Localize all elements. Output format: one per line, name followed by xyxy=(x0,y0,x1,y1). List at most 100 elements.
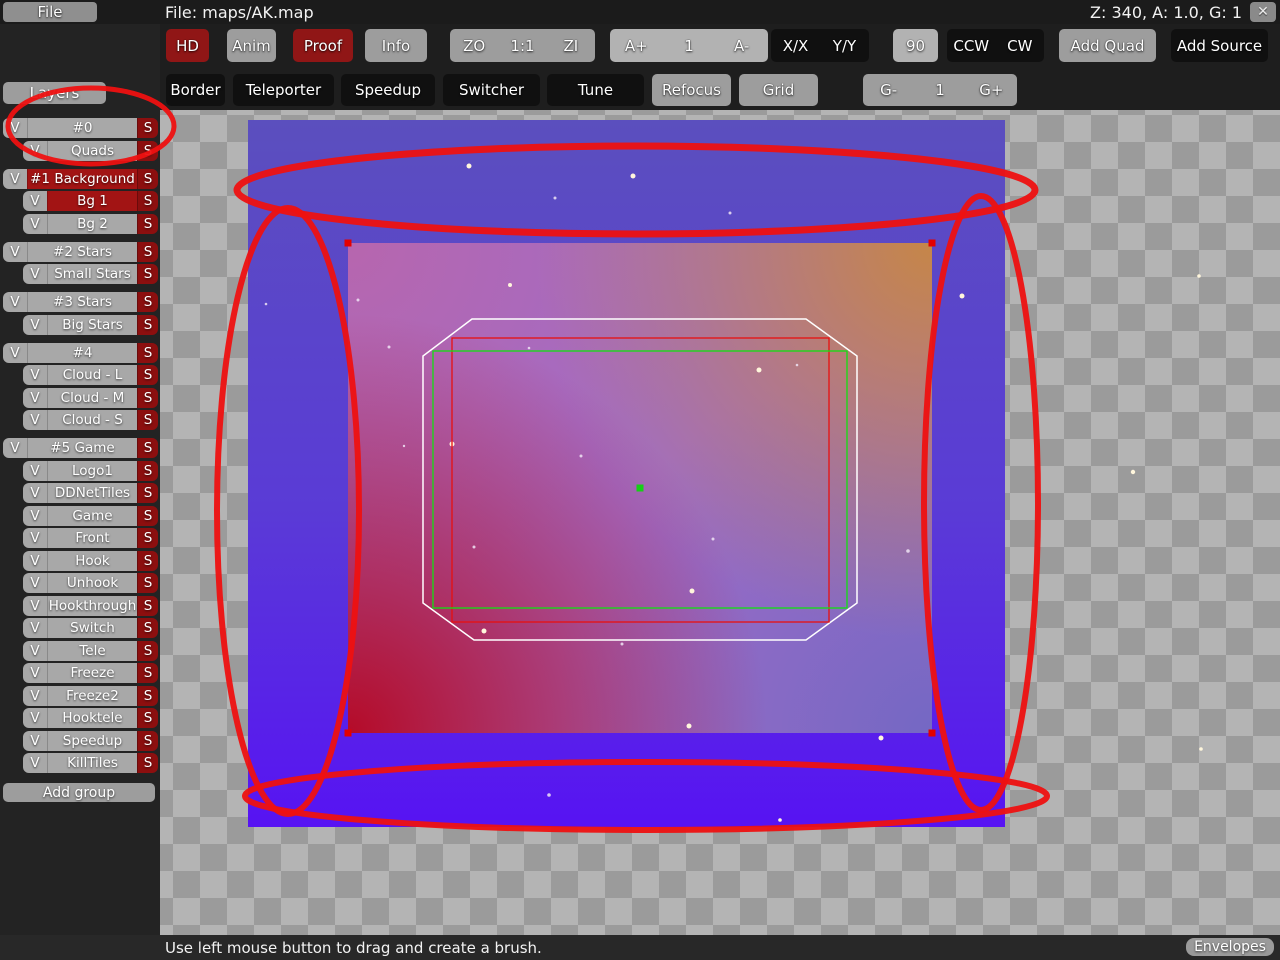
visibility-toggle[interactable]: V xyxy=(23,663,47,683)
close-button[interactable]: ✕ xyxy=(1250,2,1276,22)
flip-y-button[interactable]: Y/Y xyxy=(820,29,869,62)
save-toggle[interactable]: S xyxy=(137,506,158,526)
layer-name[interactable]: Switch xyxy=(47,618,137,638)
save-toggle[interactable]: S xyxy=(137,483,158,503)
layer-name[interactable]: Speedup xyxy=(47,731,137,751)
zoom-in-button[interactable]: ZI xyxy=(547,29,595,62)
layer-name[interactable]: KillTiles xyxy=(47,753,137,773)
map-canvas[interactable] xyxy=(160,110,1280,935)
save-toggle[interactable]: S xyxy=(137,438,158,458)
visibility-toggle[interactable]: V xyxy=(23,528,47,548)
save-toggle[interactable]: S xyxy=(137,618,158,638)
visibility-toggle[interactable]: V xyxy=(23,506,47,526)
layer-name[interactable]: Front xyxy=(47,528,137,548)
layer-name[interactable]: #3 Stars xyxy=(27,292,137,312)
visibility-toggle[interactable]: V xyxy=(23,708,47,728)
layer-name[interactable]: #2 Stars xyxy=(27,242,137,262)
gradient-quad[interactable] xyxy=(348,243,932,733)
switcher-button[interactable]: Switcher xyxy=(443,74,540,106)
layer-name[interactable]: #4 xyxy=(27,343,137,363)
envelopes-button[interactable]: Envelopes xyxy=(1186,938,1274,956)
layer-row[interactable]: VBg 1S xyxy=(23,191,158,211)
proof-toggle-button[interactable]: Proof xyxy=(293,29,353,62)
layer-row[interactable]: VQuadsS xyxy=(23,141,158,161)
tune-button[interactable]: Tune xyxy=(547,74,644,106)
visibility-toggle[interactable]: V xyxy=(23,141,47,161)
layer-row[interactable]: VSpeedupS xyxy=(23,731,158,751)
layer-name[interactable]: #5 Game xyxy=(27,438,137,458)
save-toggle[interactable]: S xyxy=(137,118,158,138)
layer-name[interactable]: Unhook xyxy=(47,573,137,593)
layer-row[interactable]: VBig StarsS xyxy=(23,315,158,335)
visibility-toggle[interactable]: V xyxy=(3,118,27,138)
layer-name[interactable]: Small Stars xyxy=(47,264,137,284)
visibility-toggle[interactable]: V xyxy=(23,551,47,571)
grid-smaller-button[interactable]: G- xyxy=(863,74,914,106)
refocus-button[interactable]: Refocus xyxy=(652,74,731,106)
save-toggle[interactable]: S xyxy=(137,292,158,312)
layer-row[interactable]: VSmall StarsS xyxy=(23,264,158,284)
layer-row[interactable]: VSwitchS xyxy=(23,618,158,638)
info-toggle-button[interactable]: Info xyxy=(365,29,427,62)
file-menu-button[interactable]: File xyxy=(3,2,97,22)
layer-name[interactable]: Big Stars xyxy=(47,315,137,335)
layer-row[interactable]: VHookthroughS xyxy=(23,596,158,616)
save-toggle[interactable]: S xyxy=(137,551,158,571)
visibility-toggle[interactable]: V xyxy=(23,315,47,335)
save-toggle[interactable]: S xyxy=(137,365,158,385)
layer-group-row[interactable]: V#5 GameS xyxy=(3,438,158,458)
save-toggle[interactable]: S xyxy=(137,242,158,262)
anim-slower-button[interactable]: A- xyxy=(715,29,768,62)
layer-row[interactable]: VKillTilesS xyxy=(23,753,158,773)
save-toggle[interactable]: S xyxy=(137,169,158,189)
layer-row[interactable]: VBg 2S xyxy=(23,214,158,234)
save-toggle[interactable]: S xyxy=(137,596,158,616)
visibility-toggle[interactable]: V xyxy=(23,388,47,408)
zoom-out-button[interactable]: ZO xyxy=(450,29,498,62)
layer-group-row[interactable]: V#2 StarsS xyxy=(3,242,158,262)
layer-row[interactable]: VFreezeS xyxy=(23,663,158,683)
layer-name[interactable]: Quads xyxy=(47,141,137,161)
layer-group-row[interactable]: V#0S xyxy=(3,118,158,138)
save-toggle[interactable]: S xyxy=(137,708,158,728)
visibility-toggle[interactable]: V xyxy=(23,264,47,284)
save-toggle[interactable]: S xyxy=(137,753,158,773)
visibility-toggle[interactable]: V xyxy=(23,191,47,211)
save-toggle[interactable]: S xyxy=(137,141,158,161)
visibility-toggle[interactable]: V xyxy=(3,343,27,363)
grid-bigger-button[interactable]: G+ xyxy=(966,74,1017,106)
layer-row[interactable]: VFreeze2S xyxy=(23,686,158,706)
layer-row[interactable]: VCloud - SS xyxy=(23,410,158,430)
layer-name[interactable]: Freeze2 xyxy=(47,686,137,706)
layers-panel-header[interactable]: Layers xyxy=(3,82,106,104)
layer-name[interactable]: Bg 1 xyxy=(47,191,137,211)
save-toggle[interactable]: S xyxy=(137,410,158,430)
visibility-toggle[interactable]: V xyxy=(23,753,47,773)
layer-group-row[interactable]: V#4S xyxy=(3,343,158,363)
layer-name[interactable]: Cloud - M xyxy=(47,388,137,408)
visibility-toggle[interactable]: V xyxy=(23,214,47,234)
visibility-toggle[interactable]: V xyxy=(23,573,47,593)
save-toggle[interactable]: S xyxy=(137,343,158,363)
border-button[interactable]: Border xyxy=(166,74,225,106)
save-toggle[interactable]: S xyxy=(137,663,158,683)
layer-row[interactable]: VHookS xyxy=(23,551,158,571)
save-toggle[interactable]: S xyxy=(137,191,158,211)
save-toggle[interactable]: S xyxy=(137,686,158,706)
layer-name[interactable]: Bg 2 xyxy=(47,214,137,234)
visibility-toggle[interactable]: V xyxy=(3,242,27,262)
save-toggle[interactable]: S xyxy=(137,315,158,335)
layer-name[interactable]: DDNetTiles xyxy=(47,483,137,503)
save-toggle[interactable]: S xyxy=(137,641,158,661)
layer-group-row[interactable]: V#3 StarsS xyxy=(3,292,158,312)
visibility-toggle[interactable]: V xyxy=(3,438,27,458)
layer-row[interactable]: VCloud - MS xyxy=(23,388,158,408)
layer-name[interactable]: Cloud - L xyxy=(47,365,137,385)
hd-toggle-button[interactable]: HD xyxy=(166,29,209,62)
layer-name[interactable]: Hook xyxy=(47,551,137,571)
visibility-toggle[interactable]: V xyxy=(3,169,27,189)
save-toggle[interactable]: S xyxy=(137,731,158,751)
visibility-toggle[interactable]: V xyxy=(23,410,47,430)
zoom-reset-button[interactable]: 1:1 xyxy=(498,29,546,62)
layer-row[interactable]: VFrontS xyxy=(23,528,158,548)
